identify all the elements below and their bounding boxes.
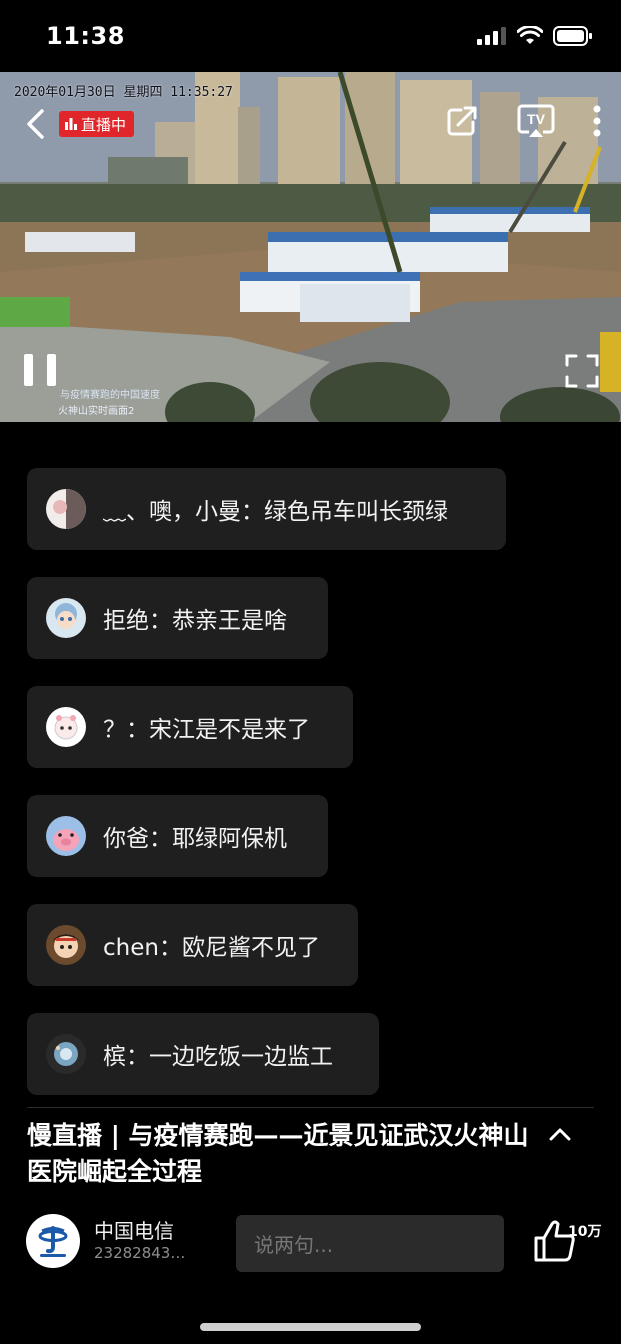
back-button[interactable] xyxy=(20,106,50,142)
comment-item[interactable]: ？：宋江是不是来了 xyxy=(27,686,353,768)
avatar xyxy=(46,598,86,638)
comment-text: ？：宋江是不是来了 xyxy=(103,717,310,743)
chevron-left-icon xyxy=(27,109,44,139)
caption-title: 与疫情赛跑的中国速度 xyxy=(60,390,160,401)
comment-item[interactable]: 你爸：耶绿阿保机 xyxy=(27,795,328,877)
chevron-up-icon[interactable] xyxy=(549,1125,571,1143)
pause-icon-bar xyxy=(24,354,33,386)
like-count: 10万 xyxy=(568,1224,602,1240)
battery-icon xyxy=(553,26,592,46)
tv-cast-icon[interactable]: TV xyxy=(517,104,555,138)
status-time: 11:38 xyxy=(46,22,125,50)
pause-icon-bar xyxy=(47,354,56,386)
comment-input[interactable]: 说两句... xyxy=(236,1215,504,1272)
avatar xyxy=(46,707,86,747)
comment-item[interactable]: 槟：一边吃饭一边监工 xyxy=(27,1013,379,1095)
more-vertical-icon[interactable] xyxy=(593,105,601,137)
avatar xyxy=(46,489,86,529)
pause-button[interactable] xyxy=(24,354,56,390)
status-icons xyxy=(477,26,593,46)
comment-item[interactable]: chen：欧尼酱不见了 xyxy=(27,904,358,986)
channel-id: 23282843… xyxy=(94,1244,186,1262)
china-telecom-logo-icon xyxy=(27,1215,79,1267)
avatar xyxy=(46,1034,86,1074)
comment-text: chen：欧尼酱不见了 xyxy=(103,935,320,961)
video-title: 慢直播 | 与疫情赛跑——近景见证武汉火神山医院崛起全过程 xyxy=(27,1121,529,1186)
comment-item[interactable]: ﹏、噢，小曼：绿色吊车叫长颈绿 xyxy=(27,468,506,550)
fullscreen-icon[interactable] xyxy=(565,354,599,388)
channel-name[interactable]: 中国电信 xyxy=(94,1215,174,1244)
comment-text: 你爸：耶绿阿保机 xyxy=(103,826,287,852)
comment-text: 拒绝：恭亲王是啥 xyxy=(103,608,287,634)
divider xyxy=(27,1107,594,1108)
comment-text: ﹏、噢，小曼：绿色吊车叫长颈绿 xyxy=(103,499,448,525)
avatar xyxy=(46,816,86,856)
video-player[interactable]: 2020年01月30日 星期四 11:35:27 直播中 TV 与疫情赛跑的中国… xyxy=(0,72,621,422)
share-icon[interactable] xyxy=(445,104,479,138)
channel-avatar[interactable] xyxy=(26,1214,80,1268)
live-badge: 直播中 xyxy=(59,111,135,137)
status-bar: 11:38 xyxy=(0,0,621,72)
home-indicator[interactable] xyxy=(200,1323,421,1331)
signal-icon xyxy=(477,27,506,45)
avatar xyxy=(46,925,86,965)
comment-input-placeholder: 说两句... xyxy=(254,1233,334,1257)
wifi-icon xyxy=(517,26,543,44)
live-bars-icon xyxy=(65,118,77,130)
svg-text:TV: TV xyxy=(527,111,546,127)
player-top-controls: TV xyxy=(445,104,601,138)
video-timestamp: 2020年01月30日 星期四 11:35:27 xyxy=(14,85,233,100)
comment-item[interactable]: 拒绝：恭亲王是啥 xyxy=(27,577,328,659)
live-badge-label: 直播中 xyxy=(81,115,127,134)
comment-text: 槟：一边吃饭一边监工 xyxy=(103,1044,333,1070)
caption-subtitle: 火神山实时画面2 xyxy=(58,406,135,417)
